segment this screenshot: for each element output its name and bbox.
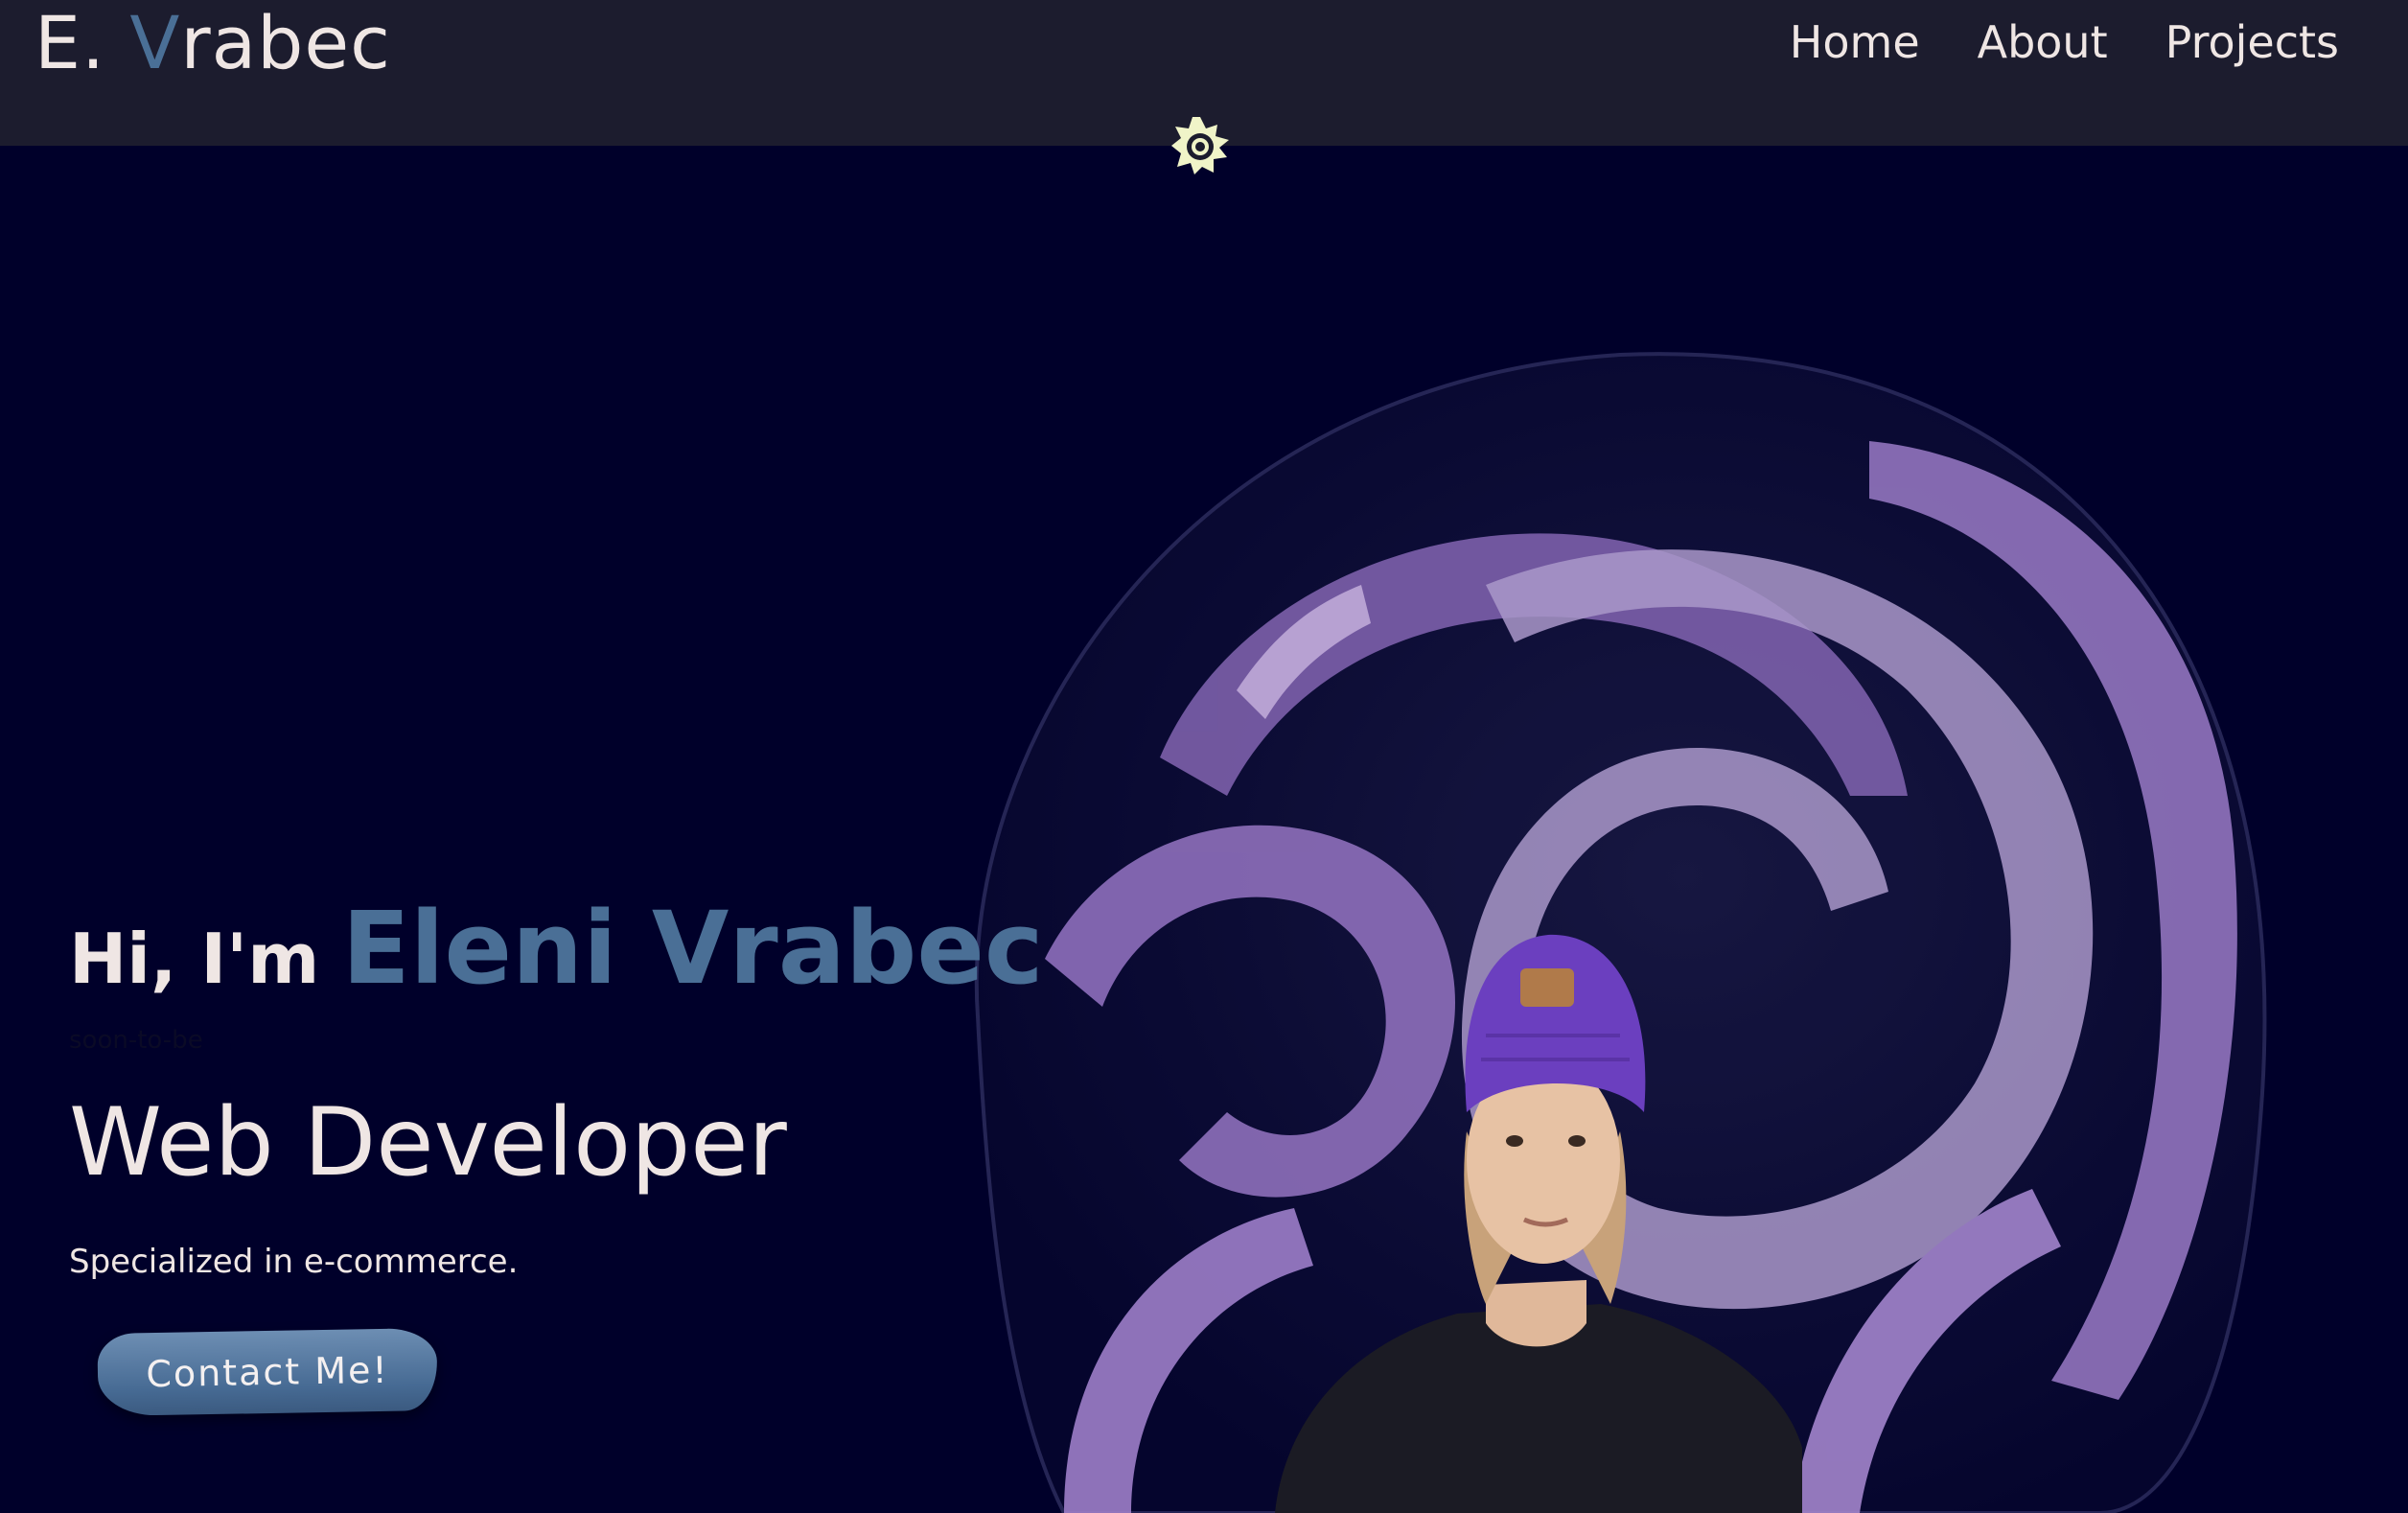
hero-name: Eleni Vrabec: [341, 890, 1044, 1007]
logo-accent-letter: V: [129, 0, 181, 85]
nav-about-link[interactable]: About: [1978, 15, 2108, 69]
nav-projects-link[interactable]: Projects: [2165, 15, 2339, 69]
contact-me-button[interactable]: Contact Me!: [97, 1327, 438, 1417]
logo-prefix: E.: [35, 0, 130, 85]
logo-rest: rabec: [180, 0, 391, 85]
greeting-text: Hi, I'm: [69, 919, 320, 999]
hero-portrait-graphic: [974, 352, 2267, 1513]
sun-icon: [1171, 117, 1229, 175]
role-qualifier: soon-to-be: [69, 1026, 203, 1055]
hero-subtitle: Specialized in e-commerce.: [69, 1243, 519, 1281]
nav-home-link[interactable]: Home: [1790, 15, 1920, 69]
theme-toggle-button[interactable]: [1169, 115, 1231, 176]
hero-greeting: Hi, I'm Eleni Vrabec: [69, 890, 1044, 1007]
site-logo[interactable]: E. Vrabec: [35, 2, 391, 84]
main-nav: Home About Projects: [1790, 15, 2339, 69]
hero-role: Web Developer: [69, 1088, 787, 1198]
